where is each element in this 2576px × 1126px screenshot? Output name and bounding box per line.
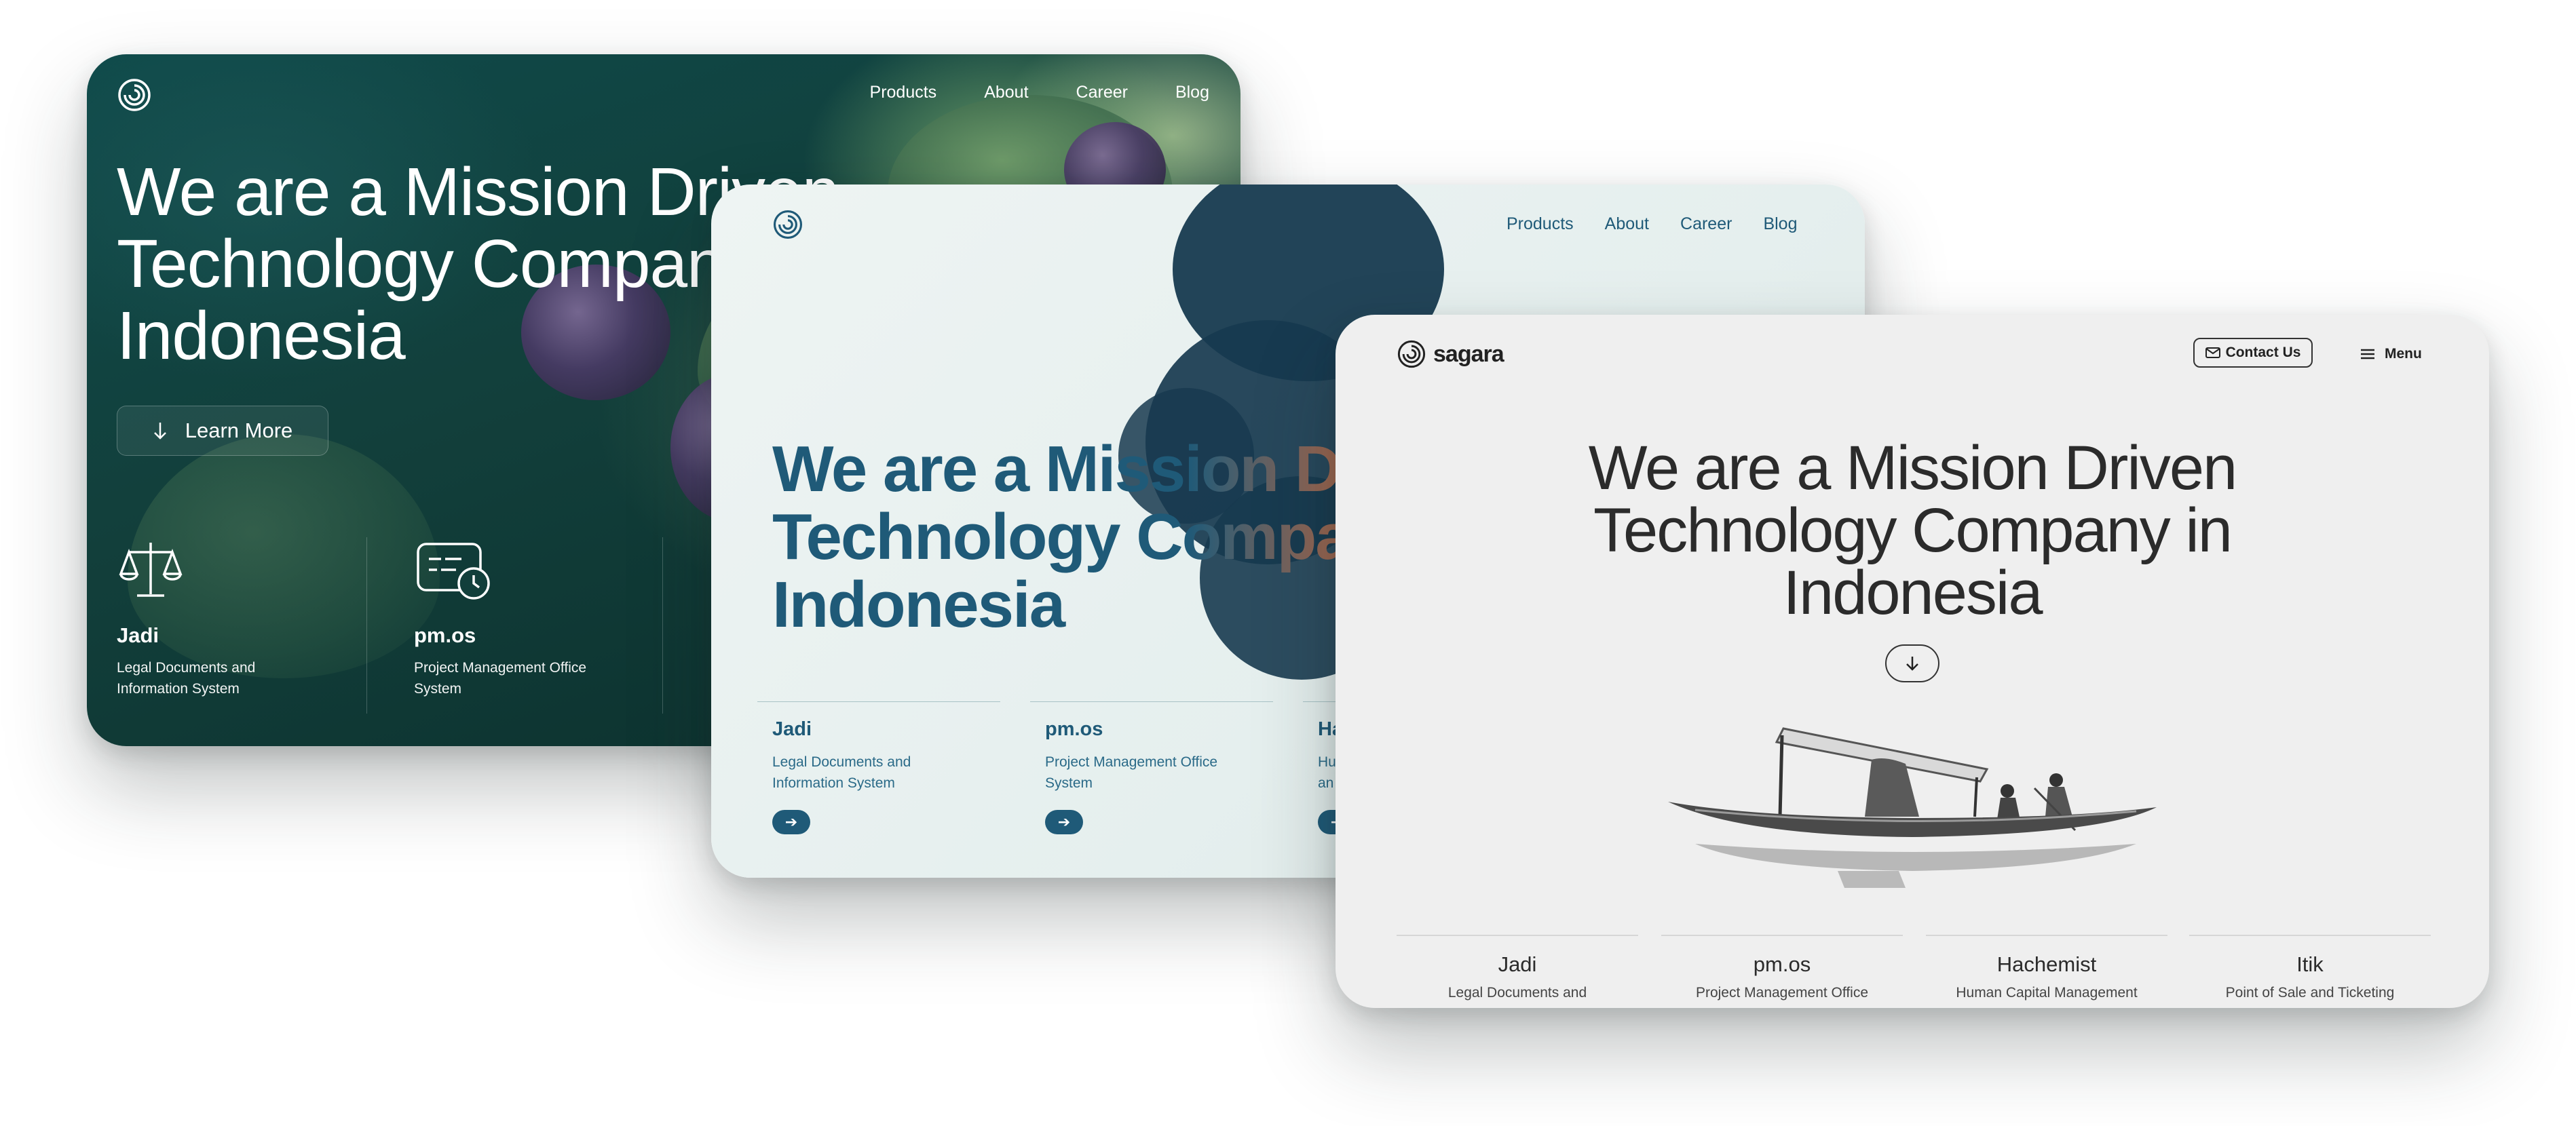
product-name: Jadi bbox=[1498, 952, 1537, 976]
product-card-pmos[interactable]: pm.os Project Management Office System ➔ bbox=[1030, 701, 1273, 834]
product-description: Legal Documents and Information System bbox=[117, 660, 256, 697]
logo-icon bbox=[1397, 340, 1426, 368]
arrow-right-icon: ➔ bbox=[784, 813, 798, 830]
product-description: Human Capital Management bbox=[1956, 985, 2138, 1001]
divider bbox=[1397, 935, 1638, 936]
divider bbox=[2189, 935, 2431, 936]
product-name: Itik bbox=[2296, 952, 2324, 976]
nav-career[interactable]: Career bbox=[1076, 83, 1128, 102]
contact-us-button[interactable]: Contact Us bbox=[2193, 338, 2313, 368]
mail-icon bbox=[2205, 347, 2220, 358]
scroll-down-button[interactable] bbox=[1885, 644, 1939, 682]
divider bbox=[1926, 935, 2167, 936]
schedule-icon bbox=[417, 543, 490, 600]
arrow-down-icon bbox=[1906, 657, 1918, 671]
divider bbox=[1661, 935, 1903, 936]
contact-us-label: Contact Us bbox=[2225, 345, 2301, 360]
divider bbox=[662, 537, 663, 714]
product-card-jadi[interactable]: Jadi Legal Documents and Information Sys… bbox=[757, 701, 1000, 834]
arrow-down-icon bbox=[153, 423, 166, 440]
product-name: pm.os bbox=[414, 623, 476, 647]
nav-products[interactable]: Products bbox=[1507, 214, 1574, 234]
product-card-jadi[interactable]: Jadi Legal Documents and bbox=[1397, 935, 1638, 1001]
product-description: Point of Sale and Ticketing bbox=[2225, 985, 2395, 1001]
brand-logo[interactable]: sagara bbox=[1397, 339, 1504, 369]
product-description: Legal Documents and Information System bbox=[772, 754, 911, 791]
nav-about[interactable]: About bbox=[984, 83, 1028, 102]
nav-blog[interactable]: Blog bbox=[1175, 83, 1209, 102]
product-card-jadi[interactable]: Jadi Legal Documents and Information Sys… bbox=[117, 536, 375, 699]
boat-illustration bbox=[1668, 727, 2157, 888]
nav-about[interactable]: About bbox=[1605, 214, 1649, 234]
product-go-button[interactable]: ➔ bbox=[772, 810, 810, 834]
scales-icon bbox=[119, 543, 183, 597]
product-name: pm.os bbox=[1045, 718, 1103, 740]
product-name: Hachemist bbox=[1996, 952, 2097, 976]
product-name: Jadi bbox=[117, 623, 159, 647]
product-card-pmos[interactable]: pm.os Project Management Office System bbox=[414, 536, 672, 699]
nav-products[interactable]: Products bbox=[870, 83, 937, 102]
nav-career[interactable]: Career bbox=[1680, 214, 1732, 234]
product-description: Project Management Office System bbox=[414, 660, 587, 697]
product-go-button[interactable]: ➔ bbox=[1045, 810, 1083, 834]
brand-wordmark: sagara bbox=[1433, 341, 1504, 367]
learn-more-label: Learn More bbox=[185, 419, 293, 442]
product-name: pm.os bbox=[1753, 952, 1811, 976]
nav-blog[interactable]: Blog bbox=[1763, 214, 1797, 234]
top-nav: Products About Career Blog bbox=[870, 83, 1209, 102]
divider bbox=[1030, 701, 1273, 702]
product-description: Project Management Office System bbox=[1045, 754, 1218, 791]
divider bbox=[366, 537, 367, 714]
top-nav: Products About Career Blog bbox=[1507, 214, 1797, 234]
logo-icon[interactable] bbox=[772, 209, 803, 240]
menu-icon bbox=[2361, 349, 2374, 360]
learn-more-button[interactable]: Learn More bbox=[117, 406, 328, 456]
menu-label: Menu bbox=[2385, 346, 2422, 362]
grey-theme-preview: sagara Contact Us Menu We are a Mission … bbox=[1336, 315, 2489, 1008]
hero-headline: We are a Mission Driven Technology Compa… bbox=[1588, 433, 2237, 627]
menu-button[interactable]: Menu bbox=[2360, 342, 2422, 366]
divider bbox=[757, 701, 1000, 702]
product-card-pmos[interactable]: pm.os Project Management Office bbox=[1661, 935, 1903, 1001]
product-description: Project Management Office bbox=[1695, 985, 1869, 1001]
product-card-itik[interactable]: Itik Point of Sale and Ticketing bbox=[2189, 935, 2431, 1001]
product-card-hachemist[interactable]: Hachemist Human Capital Management bbox=[1926, 935, 2167, 1001]
product-description: Legal Documents and bbox=[1447, 985, 1587, 1001]
arrow-right-icon: ➔ bbox=[1057, 813, 1071, 830]
logo-icon[interactable] bbox=[117, 77, 152, 113]
product-name: Jadi bbox=[772, 718, 812, 740]
